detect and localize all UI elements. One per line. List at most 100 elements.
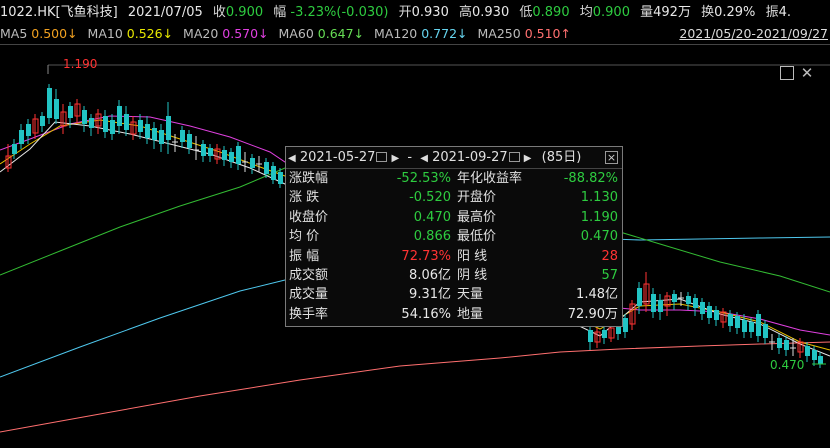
stat-label-right: 阳 线 xyxy=(457,248,488,264)
end-next-arrow-icon[interactable]: ▶ xyxy=(524,148,532,170)
stat-row: 成交额 8.06亿阴 线 57 xyxy=(286,266,622,285)
turnover-value: 0.29% xyxy=(714,5,756,20)
candle xyxy=(672,294,677,302)
candle xyxy=(12,144,17,154)
stat-value-right: 1.130 xyxy=(580,190,618,206)
candles-left xyxy=(5,84,283,188)
stat-label-right: 年化收益率 xyxy=(457,171,523,186)
candle xyxy=(763,324,768,338)
stat-value-right: 57 xyxy=(601,267,618,283)
stat-label-left: 涨跌幅 xyxy=(289,171,329,186)
ma20-value: 0.570 xyxy=(222,26,259,41)
low-label: 低 xyxy=(519,5,533,20)
candle xyxy=(637,288,642,306)
low-price-marker: 0.470 xyxy=(770,358,805,372)
ma120-label: MA120 xyxy=(374,26,418,41)
high-label: 高 xyxy=(458,5,472,20)
candle xyxy=(166,116,171,140)
candle xyxy=(201,144,206,156)
candle xyxy=(222,150,227,160)
stat-value-left: 0.470 xyxy=(413,209,451,225)
high-value: 0.930 xyxy=(472,5,510,20)
candle xyxy=(250,158,255,168)
start-prev-arrow-icon[interactable]: ◀ xyxy=(288,148,296,170)
start-calendar-icon[interactable] xyxy=(376,152,388,162)
restore-window-button[interactable] xyxy=(780,66,794,80)
candle xyxy=(159,130,164,144)
candle xyxy=(110,120,115,134)
candle xyxy=(742,320,747,332)
stat-value-right: 28 xyxy=(601,248,618,264)
stat-value-left: 72.73% xyxy=(401,248,451,264)
stat-value-right: 1.48亿 xyxy=(576,287,618,303)
stat-value-left: -52.53% xyxy=(396,171,451,186)
amplitude-label: 振 xyxy=(765,5,779,20)
stat-value-right: 0.470 xyxy=(580,229,618,245)
stat-value-left: 54.16% xyxy=(401,306,451,322)
volume-label: 量 xyxy=(640,5,654,20)
amplitude-value: 4. xyxy=(778,5,791,20)
candle xyxy=(26,124,31,136)
candle xyxy=(707,306,712,318)
stat-label-left: 涨 跌 xyxy=(289,190,320,206)
panel-close-icon[interactable]: × xyxy=(605,151,618,164)
date-range-link[interactable]: 2021/05/20-2021/09/27 xyxy=(679,24,828,44)
candle xyxy=(117,106,122,126)
candle xyxy=(686,296,691,304)
stat-value-left: 8.06亿 xyxy=(409,267,451,283)
candle xyxy=(47,88,52,118)
stat-row: 涨跌幅 -52.53% 年化收益率 -88.82% xyxy=(286,169,622,188)
ma5-arrow: ↓ xyxy=(67,26,78,41)
ma20-label: MA20 xyxy=(183,26,219,41)
candle xyxy=(818,356,823,364)
candle xyxy=(229,152,234,162)
ma60-value: 0.647 xyxy=(317,26,354,41)
stat-label-left: 换手率 xyxy=(289,306,329,322)
day-count: (85日) xyxy=(541,150,582,165)
candle xyxy=(735,316,740,328)
stat-label-left: 均 价 xyxy=(289,229,320,245)
close-chart-button[interactable]: ✕ xyxy=(800,66,814,81)
candle xyxy=(700,302,705,314)
end-calendar-icon[interactable] xyxy=(508,152,520,162)
candle xyxy=(19,130,24,144)
candle xyxy=(812,350,817,360)
range-stats-header: ◀ 2021-05-27 ▶ - ◀ 2021-09-27 ▶ (85日) × xyxy=(286,147,622,169)
avg-value: 0.900 xyxy=(592,5,630,20)
quote-header: 1022.HK[飞鱼科技] 2021/07/05 收0.900 幅 -3.23%… xyxy=(0,2,830,24)
candle xyxy=(749,322,754,332)
date-separator: - xyxy=(407,150,413,165)
ma5-value: 0.500 xyxy=(31,26,68,41)
stock-symbol[interactable]: 1022.HK[飞鱼科技] xyxy=(0,5,118,20)
start-next-arrow-icon[interactable]: ▶ xyxy=(392,148,400,170)
start-date[interactable]: 2021-05-27 xyxy=(300,147,376,169)
candle xyxy=(264,162,269,174)
candle xyxy=(693,298,698,308)
candle xyxy=(124,114,129,130)
stat-value-right: 72.90万 xyxy=(567,306,618,322)
end-prev-arrow-icon[interactable]: ◀ xyxy=(420,148,428,170)
ma5-label: MA5 xyxy=(0,26,28,41)
candle xyxy=(588,330,593,342)
open-label: 开 xyxy=(398,5,412,20)
stat-label-right: 开盘价 xyxy=(457,190,497,206)
range-stats-panel: ◀ 2021-05-27 ▶ - ◀ 2021-09-27 ▶ (85日) × … xyxy=(285,146,623,327)
end-date[interactable]: 2021-09-27 xyxy=(432,147,508,169)
candle xyxy=(180,130,185,142)
stat-label-right: 地量 xyxy=(457,306,484,322)
open-value: 0.930 xyxy=(411,5,449,20)
candle xyxy=(658,300,663,312)
volume-value: 492万 xyxy=(653,5,691,20)
turnover-label: 换 xyxy=(701,5,715,20)
candle xyxy=(271,166,276,180)
candle xyxy=(784,340,789,350)
candle xyxy=(152,128,157,140)
candle xyxy=(54,99,59,119)
candle xyxy=(714,310,719,320)
candle xyxy=(89,118,94,128)
stat-label-left: 振 幅 xyxy=(289,248,320,264)
candle xyxy=(805,346,810,356)
candle xyxy=(187,134,192,148)
ma120-arrow: ↓ xyxy=(457,26,468,41)
candle xyxy=(103,116,108,132)
